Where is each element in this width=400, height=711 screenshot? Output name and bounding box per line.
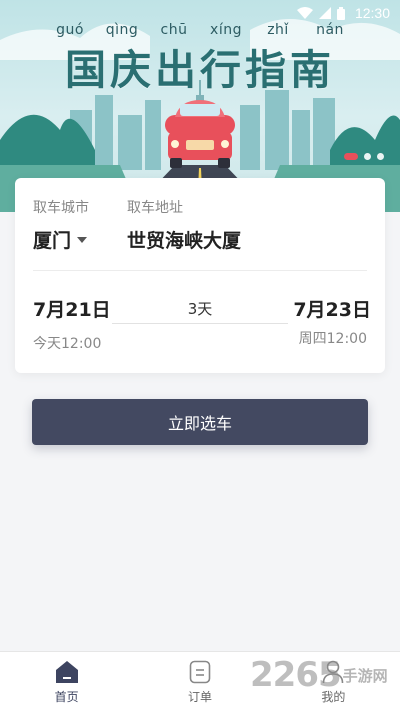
booking-card: 取车城市 取车地址 厦门 世贸海峡大厦 7月21日 今天12:00 3天 7月2… <box>15 178 385 373</box>
pickup-time[interactable]: 今天12:00 <box>33 333 101 353</box>
battery-icon <box>336 6 345 20</box>
nav-label-home: 首页 <box>54 690 79 704</box>
banner-title: 国庆出行指南 <box>65 46 335 94</box>
pickup-city-label: 取车城市 <box>33 200 89 216</box>
pickup-address-label: 取车地址 <box>127 200 183 216</box>
carousel-dot-active <box>344 153 358 160</box>
watermark-number: 2265 <box>250 655 342 695</box>
carousel-indicator <box>344 153 384 160</box>
card-divider <box>33 270 367 271</box>
return-date[interactable]: 7月23日 <box>293 295 371 322</box>
status-bar: 12:30 <box>0 0 400 26</box>
carousel-dot <box>364 153 371 160</box>
duration-line <box>112 323 288 324</box>
nav-item-home[interactable]: 首页 <box>0 652 133 711</box>
status-time: 12:30 <box>354 5 390 21</box>
nav-item-orders[interactable]: 订单 <box>133 652 266 711</box>
order-icon <box>189 660 211 684</box>
return-time[interactable]: 周四12:00 <box>299 328 367 348</box>
home-icon <box>55 661 78 683</box>
select-car-button[interactable]: 立即选车 <box>32 399 368 445</box>
pickup-address-value[interactable]: 世贸海峡大厦 <box>127 226 241 253</box>
nav-label-orders: 订单 <box>187 690 212 704</box>
pickup-date[interactable]: 7月21日 <box>33 295 111 322</box>
pickup-city-selector[interactable]: 厦门 <box>33 226 88 253</box>
caret-down-icon <box>77 236 88 243</box>
watermark-text: 手游网 <box>342 666 388 685</box>
signal-icon <box>318 7 331 19</box>
carousel-dot <box>377 153 384 160</box>
rental-duration: 3天 <box>187 300 213 318</box>
watermark: 2265 手游网 <box>250 655 388 695</box>
pickup-city-value: 厦门 <box>33 230 72 252</box>
wifi-icon <box>296 7 313 19</box>
